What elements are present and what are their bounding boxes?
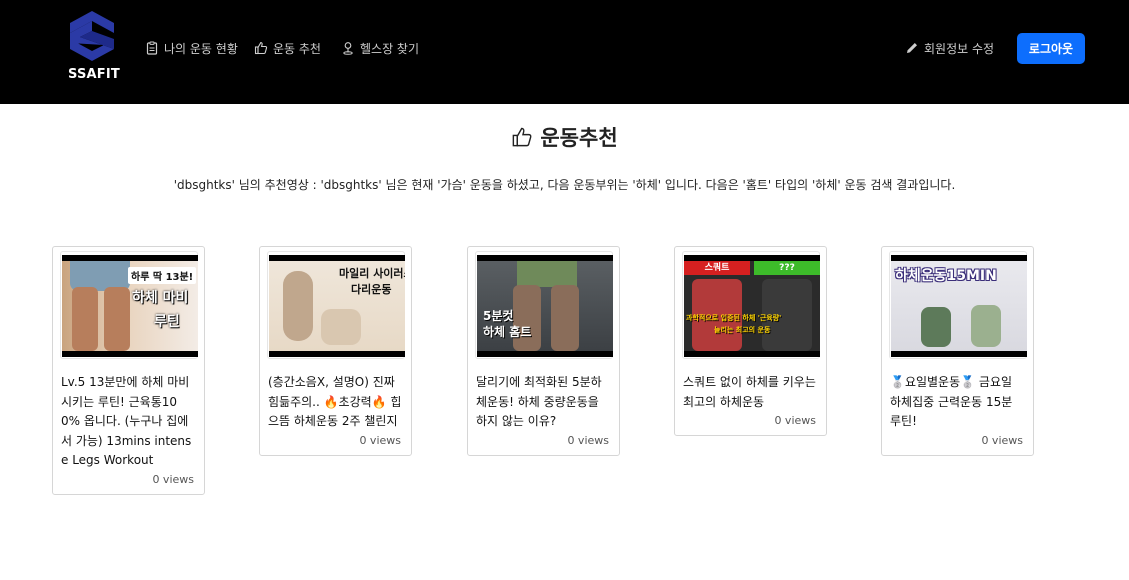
logo-text: SSAFIT	[68, 67, 120, 82]
page-title: 운동추천	[0, 122, 1129, 152]
logo-s-icon	[70, 11, 114, 61]
video-thumbnail[interactable]: 스쿼트 ??? 과학적으로 입증된 하체 '근육량' 늘리는 최고의 운동	[682, 251, 820, 359]
video-card[interactable]: 5분컷 하체 홈트 달리기에 최적화된 5분하체운동! 하체 중량운동을 하지 …	[467, 246, 620, 456]
logout-button[interactable]: 로그아웃	[1017, 33, 1085, 64]
thumbnail-text: 하루 딱 13분!	[128, 267, 197, 284]
view-count: 0 views	[981, 433, 1023, 447]
video-title[interactable]: Lv.5 13분만에 하체 마비시키는 루틴! 근육통100% 옵니다. (누구…	[60, 373, 197, 471]
ssafit-logo[interactable]: SSAFIT	[68, 11, 120, 87]
pencil-icon	[905, 41, 919, 55]
thumbnail-text: 과학적으로 입증된 하체 '근육량'	[686, 314, 782, 322]
view-count: 0 views	[152, 472, 194, 486]
thumbnail-text: 5분컷	[483, 309, 514, 323]
nav-item-recommend[interactable]: 운동 추천	[254, 38, 321, 58]
person-pin-icon	[341, 41, 355, 55]
nav-item-my-status[interactable]: 나의 운동 현황	[145, 38, 238, 58]
video-card[interactable]: 하루 딱 13분! 하체 마비 루틴 Lv.5 13분만에 하체 마비시키는 루…	[52, 246, 205, 495]
video-thumbnail[interactable]: 하루 딱 13분! 하체 마비 루틴	[60, 251, 198, 359]
thumbnail-text: 스쿼트	[684, 261, 750, 275]
nav-label: 헬스장 찾기	[360, 41, 420, 56]
thumbs-up-icon	[511, 126, 533, 148]
video-thumbnail[interactable]: 5분컷 하체 홈트	[475, 251, 613, 359]
video-card[interactable]: 하체운동15MIN 🥈요일별운동🥈 금요일 하체집중 근력운동 15분 루틴! …	[881, 246, 1034, 456]
nav-label: 나의 운동 현황	[164, 41, 238, 56]
thumbnail-text: 마일리 사이러스	[339, 267, 405, 280]
recommendation-description: 'dbsghtks' 님의 추천영상 : 'dbsghtks' 님은 현재 '가…	[173, 178, 956, 192]
video-thumbnail[interactable]: 마일리 사이러스 다리운동	[267, 251, 405, 359]
thumbnail-text: 하체 홈트	[483, 325, 532, 339]
thumbs-up-icon	[254, 41, 268, 55]
video-title[interactable]: 달리기에 최적화된 5분하체운동! 하체 중량운동을 하지 않는 이유?	[475, 373, 612, 432]
video-title[interactable]: 🥈요일별운동🥈 금요일 하체집중 근력운동 15분 루틴!	[889, 373, 1026, 432]
view-count: 0 views	[359, 433, 401, 447]
video-title[interactable]: (층간소음X, 설명O) 진짜 힘듦주의.. 🔥초강력🔥 힙으뜸 하체운동 2주…	[267, 373, 404, 432]
edit-profile-label: 회원정보 수정	[924, 41, 995, 56]
view-count: 0 views	[774, 414, 816, 427]
nav-label: 운동 추천	[273, 41, 321, 56]
thumbnail-text: 루틴	[154, 314, 180, 330]
video-thumbnail[interactable]: 하체운동15MIN	[889, 251, 1027, 359]
top-navbar: SSAFIT 나의 운동 현황 운동 추천 헬스장 찾기 회원정보 수정 로그아…	[0, 0, 1129, 104]
thumbnail-text: 하체 마비	[132, 290, 189, 306]
video-title[interactable]: 스쿼트 없이 하체를 키우는 최고의 하체운동	[682, 373, 819, 412]
page-title-text: 운동추천	[540, 126, 618, 150]
thumbnail-text: 하체운동15MIN	[895, 268, 997, 284]
thumbnail-text: 늘리는 최고의 운동	[714, 326, 771, 334]
clipboard-icon	[145, 41, 159, 55]
thumbnail-text: ???	[754, 261, 820, 275]
view-count: 0 views	[567, 433, 609, 447]
nav-item-find-gym[interactable]: 헬스장 찾기	[341, 38, 419, 58]
thumbnail-text: 다리운동	[351, 283, 392, 296]
video-card[interactable]: 마일리 사이러스 다리운동 (층간소음X, 설명O) 진짜 힘듦주의.. 🔥초강…	[259, 246, 412, 456]
video-card[interactable]: 스쿼트 ??? 과학적으로 입증된 하체 '근육량' 늘리는 최고의 운동 스쿼…	[674, 246, 827, 436]
edit-profile-link[interactable]: 회원정보 수정	[905, 38, 994, 58]
